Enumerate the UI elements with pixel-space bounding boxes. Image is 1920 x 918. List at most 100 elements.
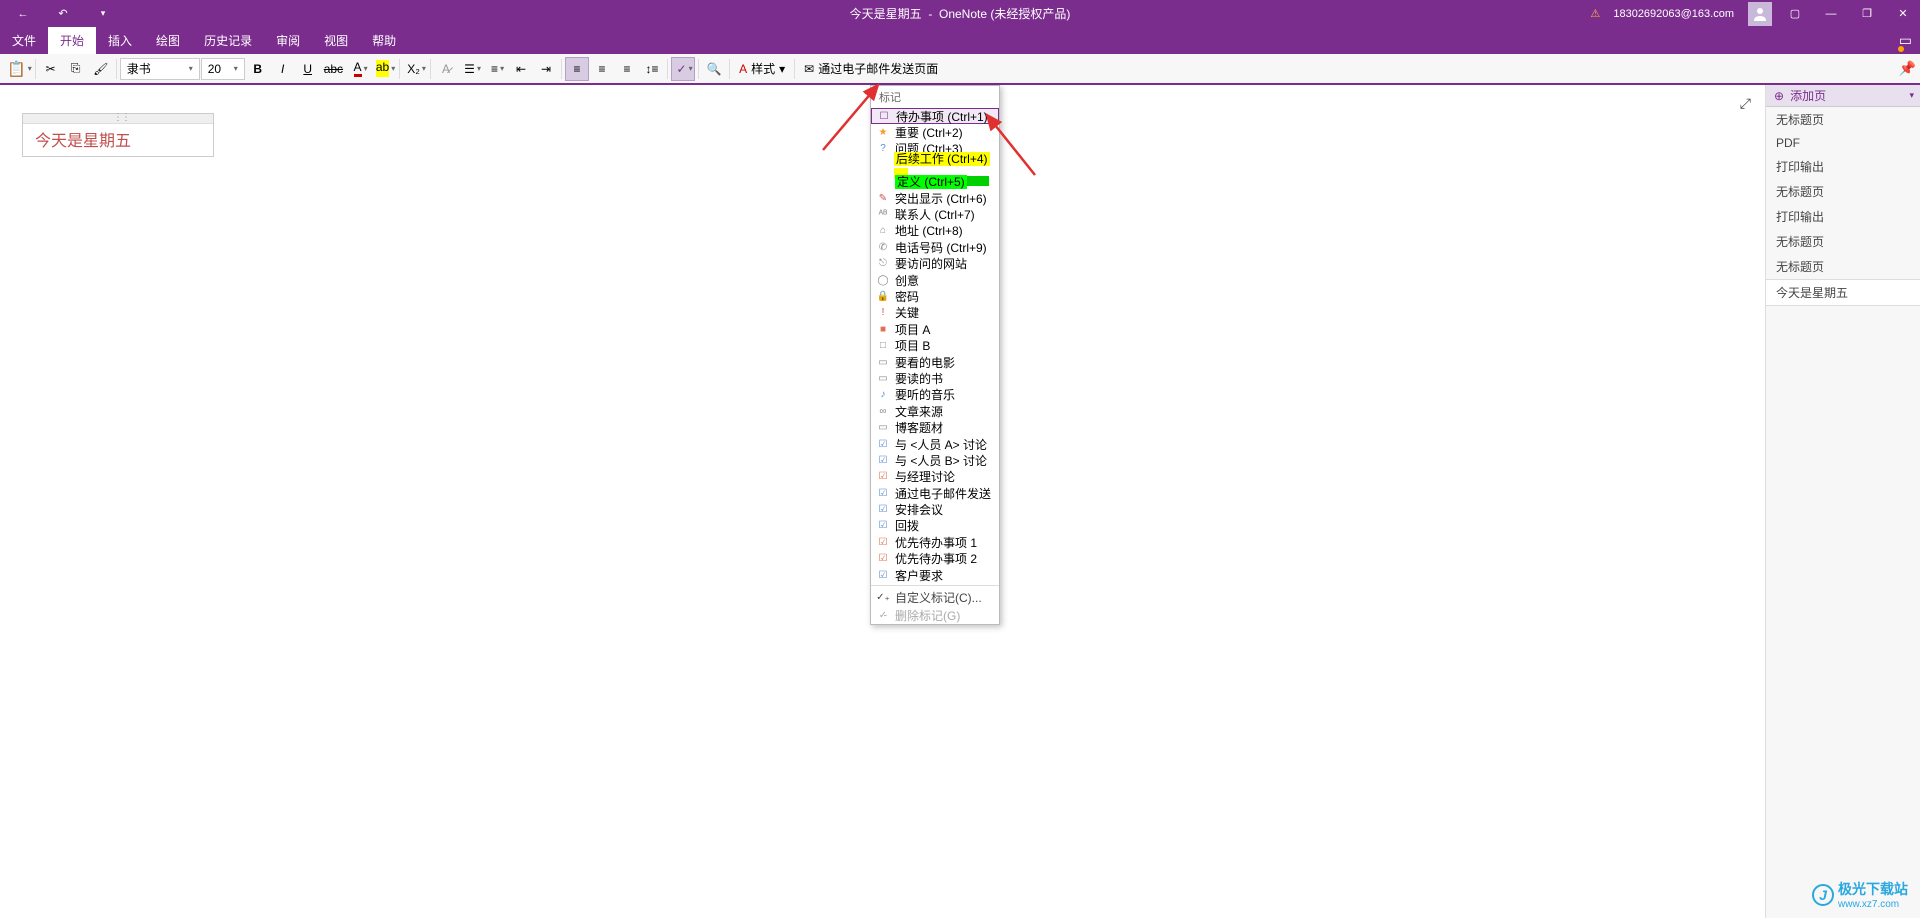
- page-item[interactable]: 打印输出: [1766, 204, 1920, 229]
- tag-menu-item[interactable]: ☑安排会议: [871, 501, 999, 517]
- fullscreen-icon[interactable]: ⤢: [1740, 95, 1751, 112]
- note-container[interactable]: 今天是星期五: [22, 113, 214, 157]
- menu-home[interactable]: 开始: [48, 27, 96, 54]
- numbering-button[interactable]: ≡▾: [484, 57, 508, 81]
- pin-ribbon-icon[interactable]: 📌: [1899, 60, 1916, 77]
- tag-menu-item[interactable]: ☑客户要求: [871, 567, 999, 583]
- tag-menu-item[interactable]: ☑优先待办事项 1: [871, 534, 999, 550]
- tag-item-label: 与经理讨论: [895, 468, 955, 485]
- italic-button[interactable]: I: [271, 57, 295, 81]
- tag-menu-item[interactable]: ■ 项目 A: [871, 321, 999, 337]
- menu-review[interactable]: 审阅: [264, 27, 312, 54]
- tag-menu-item[interactable]: ☑与 <人员 A> 讨论: [871, 436, 999, 452]
- tag-menu-item[interactable]: 定义 (Ctrl+5): [871, 174, 999, 190]
- align-left-button[interactable]: ≡: [565, 57, 589, 81]
- tag-menu-item[interactable]: ☐待办事项 (Ctrl+1): [871, 108, 999, 124]
- tag-item-label: 重要 (Ctrl+2): [895, 124, 963, 141]
- tag-item-icon: ▭: [877, 356, 889, 368]
- tag-menu-item[interactable]: ★ 重要 (Ctrl+2): [871, 124, 999, 140]
- underline-button[interactable]: U: [296, 57, 320, 81]
- highlight-button[interactable]: ab▾: [372, 57, 396, 81]
- tag-menu-item[interactable]: 后续工作 (Ctrl+4): [871, 157, 999, 173]
- menu-history[interactable]: 历史记录: [192, 27, 264, 54]
- tag-menu-item[interactable]: ✆电话号码 (Ctrl+9): [871, 239, 999, 255]
- tag-menu-item[interactable]: ♪要听的音乐: [871, 387, 999, 403]
- undo-button[interactable]: ↶: [46, 0, 80, 27]
- paste-button[interactable]: 📋▾: [4, 57, 32, 81]
- menu-view[interactable]: 视图: [312, 27, 360, 54]
- menu-draw[interactable]: 绘图: [144, 27, 192, 54]
- font-color-button[interactable]: A▾: [347, 57, 371, 81]
- tag-menu-header: 标记: [871, 86, 999, 108]
- tag-button[interactable]: ✓▾: [671, 57, 695, 81]
- back-button[interactable]: ←: [6, 0, 40, 27]
- restore-button[interactable]: ❐: [1850, 0, 1884, 27]
- tag-menu-item[interactable]: ✎突出显示 (Ctrl+6): [871, 190, 999, 206]
- tag-menu-item[interactable]: ∞文章来源: [871, 403, 999, 419]
- find-tags-button[interactable]: 🔍: [702, 57, 726, 81]
- styles-button[interactable]: A样式▾: [733, 57, 791, 81]
- increase-indent-button[interactable]: ⇥: [534, 57, 558, 81]
- line-spacing-button[interactable]: ↕≡: [640, 57, 664, 81]
- tag-item-icon: ☑: [877, 536, 889, 548]
- tag-menu-item[interactable]: ☑优先待办事项 2: [871, 551, 999, 567]
- note-text[interactable]: 今天是星期五: [23, 124, 213, 156]
- tag-menu-item[interactable]: ◯创意: [871, 272, 999, 288]
- notification-dot: [1898, 46, 1904, 52]
- tag-menu-item[interactable]: !关键: [871, 305, 999, 321]
- tag-menu-item[interactable]: ⎋要访问的网站: [871, 256, 999, 272]
- tag-menu-item[interactable]: □项目 B: [871, 337, 999, 353]
- page-item[interactable]: 无标题页: [1766, 229, 1920, 254]
- menu-file[interactable]: 文件: [0, 27, 48, 54]
- tag-menu-item[interactable]: ☑与经理讨论: [871, 469, 999, 485]
- menu-insert[interactable]: 插入: [96, 27, 144, 54]
- tag-menu-item[interactable]: ▭要读的书: [871, 370, 999, 386]
- tag-menu-item[interactable]: ☑与 <人员 B> 讨论: [871, 452, 999, 468]
- avatar[interactable]: [1748, 2, 1772, 26]
- tag-menu-item[interactable]: ⌂地址 (Ctrl+8): [871, 223, 999, 239]
- user-email[interactable]: 18302692063@163.com: [1605, 8, 1742, 20]
- tag-item-icon: ☑: [877, 487, 889, 499]
- tag-menu-item[interactable]: 🔒密码: [871, 288, 999, 304]
- page-item[interactable]: 无标题页: [1766, 254, 1920, 279]
- page-item[interactable]: 打印输出: [1766, 154, 1920, 179]
- font-name-combo[interactable]: 隶书▾: [120, 58, 200, 80]
- align-right-button[interactable]: ≡: [615, 57, 639, 81]
- tag-item-icon: [877, 159, 888, 171]
- tag-item-icon: ☑: [877, 569, 889, 581]
- menu-help[interactable]: 帮助: [360, 27, 408, 54]
- page-item[interactable]: PDF: [1766, 132, 1920, 154]
- page-item[interactable]: 无标题页: [1766, 179, 1920, 204]
- qat-customize[interactable]: ▾: [86, 0, 120, 27]
- tag-menu-item[interactable]: ☑通过电子邮件发送: [871, 485, 999, 501]
- cut-button[interactable]: ✂: [39, 57, 63, 81]
- clear-formatting-button[interactable]: A̷: [434, 57, 458, 81]
- tag-menu-item[interactable]: ᴬᴮ联系人 (Ctrl+7): [871, 206, 999, 222]
- align-center-button[interactable]: ≡: [590, 57, 614, 81]
- format-painter-button[interactable]: 🖌: [89, 57, 113, 81]
- strikethrough-button[interactable]: abc: [321, 57, 346, 81]
- copy-button[interactable]: ⎘: [64, 57, 88, 81]
- page-item[interactable]: 今天是星期五: [1766, 279, 1920, 306]
- ribbon-display-button[interactable]: ▢: [1778, 0, 1812, 27]
- close-button[interactable]: ✕: [1886, 0, 1920, 27]
- tag-item-label: 项目 A: [895, 321, 930, 338]
- customize-tags-button[interactable]: ✓₊自定义标记(C)...: [871, 588, 999, 606]
- tag-menu-item[interactable]: ▭要看的电影: [871, 354, 999, 370]
- tag-menu-item[interactable]: ☑回拨: [871, 518, 999, 534]
- note-drag-handle[interactable]: [23, 114, 213, 124]
- tag-item-icon: ■: [877, 323, 889, 335]
- tag-item-icon: ★: [877, 127, 889, 139]
- page-item[interactable]: 无标题页: [1766, 107, 1920, 132]
- tag-item-label: 待办事项 (Ctrl+1): [896, 108, 988, 125]
- tag-menu-item[interactable]: ▭博客题材: [871, 419, 999, 435]
- minimize-button[interactable]: —: [1814, 0, 1848, 27]
- add-page-button[interactable]: ⊕添加页: [1766, 85, 1920, 107]
- decrease-indent-button[interactable]: ⇤: [509, 57, 533, 81]
- tag-item-label: 文章来源: [895, 403, 943, 420]
- subscript-button[interactable]: X₂▾: [403, 57, 427, 81]
- font-size-combo[interactable]: 20▾: [201, 58, 245, 80]
- email-page-button[interactable]: ✉通过电子邮件发送页面: [798, 57, 944, 81]
- bold-button[interactable]: B: [246, 57, 270, 81]
- bullets-button[interactable]: ☰▾: [459, 57, 483, 81]
